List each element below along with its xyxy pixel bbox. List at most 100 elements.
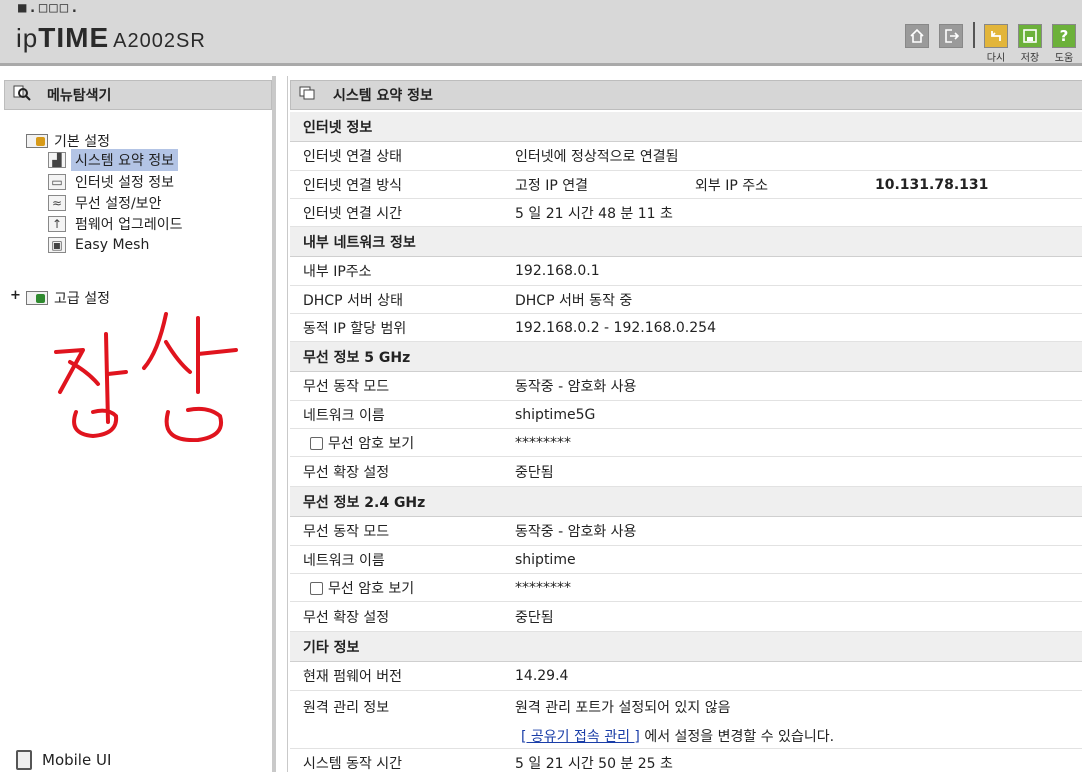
logo: ipTIME A2002SR <box>16 22 206 54</box>
row-key: 무선 동작 모드 <box>303 379 390 395</box>
mesh-icon: ▣ <box>48 237 66 253</box>
sidebar-item-easy-mesh[interactable]: ▣ Easy Mesh <box>48 235 149 255</box>
row-key: 동적 IP 할당 범위 <box>303 320 407 337</box>
section-lan: 내부 네트워크 정보 <box>290 227 1082 257</box>
row-key: 무선 확장 설정 <box>303 609 390 626</box>
table-row: 인터넷 연결 시간 5 일 21 시간 48 분 11 초 <box>290 199 1082 227</box>
table-row: 동적 IP 할당 범위 192.168.0.2 - 192.168.0.254 <box>290 314 1082 342</box>
mobile-ui-label: Mobile UI <box>42 751 112 769</box>
row-value: ******** <box>515 579 571 596</box>
row-key: 네트워크 이름 <box>303 407 385 424</box>
save-icon <box>1023 29 1037 43</box>
row-key: 내부 IP주소 <box>303 264 372 280</box>
model-name: A2002SR <box>113 30 206 52</box>
row-value: 5 일 21 시간 48 분 11 초 <box>515 205 673 222</box>
table-row: 무선 확장 설정 중단됨 <box>290 457 1082 487</box>
home-button[interactable] <box>905 24 929 48</box>
section-title: 내부 네트워크 정보 <box>303 234 416 251</box>
sidebar-item-internet-settings[interactable]: ▭ 인터넷 설정 정보 <box>48 172 174 192</box>
row-value: DHCP 서버 동작 중 <box>515 292 633 309</box>
handwritten-annotation: 정상 <box>54 312 238 442</box>
row-key: 네트워크 이름 <box>303 552 385 569</box>
section-etc: 기타 정보 <box>290 632 1082 662</box>
row-value: 동작중 - 암호화 사용 <box>515 379 637 395</box>
section-wifi-24ghz: 무선 정보 2.4 GHz <box>290 487 1082 517</box>
window-icon <box>299 86 317 104</box>
row-value: 동작중 - 암호화 사용 <box>515 524 637 540</box>
row-key: 무선 확장 설정 <box>303 464 390 481</box>
table-row: 원격 관리 정보 원격 관리 포트가 설정되어 있지 않음 [ 공유기 접속 관… <box>290 691 1082 749</box>
section-title: 기타 정보 <box>303 639 360 656</box>
sidebar-item-firmware-upgrade[interactable]: ↑ 펌웨어 업그레이드 <box>48 214 183 234</box>
page-title: 시스템 요약 정보 <box>333 88 433 104</box>
checkbox-label: 무선 암호 보기 <box>328 435 415 452</box>
row-key: 인터넷 연결 방식 <box>303 177 403 194</box>
show-password-checkbox[interactable] <box>310 581 323 595</box>
row-value: 14.29.4 <box>515 668 569 684</box>
help-label: 도움 <box>1054 53 1074 64</box>
row-key: DHCP 서버 상태 <box>303 292 403 309</box>
refresh-button[interactable] <box>984 24 1008 48</box>
row-value: shiptime <box>515 551 576 568</box>
help-icon: ? <box>1059 27 1069 45</box>
sidebar-item-label: Easy Mesh <box>75 237 150 253</box>
header-divider <box>973 22 975 48</box>
system-summary-header: 시스템 요약 정보 <box>290 80 1082 110</box>
row-value: 10.131.78.131 <box>875 176 989 193</box>
logout-icon <box>945 29 959 43</box>
tree-group-advanced[interactable]: 고급 설정 <box>26 288 110 308</box>
section-title: 무선 정보 2.4 GHz <box>303 494 426 511</box>
tree-group-label: 기본 설정 <box>54 134 110 150</box>
refresh-label: 다시 <box>986 53 1006 64</box>
sidebar-item-label: 시스템 요약 정보 <box>71 149 179 171</box>
sidebar-item-wireless-security[interactable]: ≈ 무선 설정/보안 <box>48 193 161 213</box>
mobile-ui-link[interactable]: Mobile UI <box>16 750 111 770</box>
save-button[interactable] <box>1018 24 1042 48</box>
table-row: 시스템 동작 시간 5 일 21 시간 50 분 25 초 <box>290 749 1082 772</box>
table-row: 무선 동작 모드 동작중 - 암호화 사용 <box>290 517 1082 546</box>
folder-icon <box>26 134 48 148</box>
sidebar-item-label: 인터넷 설정 정보 <box>75 175 175 191</box>
table-row: DHCP 서버 상태 DHCP 서버 동작 중 <box>290 286 1082 314</box>
show-password-toggle[interactable]: 무선 암호 보기 <box>310 433 414 453</box>
table-row: 무선 암호 보기 ******** <box>290 429 1082 457</box>
logo-ip: ip <box>16 23 39 53</box>
menu-explorer-header: 메뉴탐색기 <box>4 80 272 110</box>
row-key: 무선 동작 모드 <box>303 524 390 540</box>
table-row: 인터넷 연결 상태 인터넷에 정상적으로 연결됨 <box>290 142 1082 171</box>
table-row: 현재 펌웨어 버전 14.29.4 <box>290 662 1082 691</box>
row-value: 중단됨 <box>515 464 554 481</box>
show-password-toggle[interactable]: 무선 암호 보기 <box>310 578 414 598</box>
table-row: 무선 암호 보기 ******** <box>290 574 1082 602</box>
section-wifi-5ghz: 무선 정보 5 GHz <box>290 342 1082 372</box>
logo-dots: ■.□□□. <box>18 0 81 16</box>
checkbox-label: 무선 암호 보기 <box>328 580 415 597</box>
row-key: 시스템 동작 시간 <box>303 755 403 772</box>
remote-hint-text: 에서 설정을 변경할 수 있습니다. <box>639 729 835 745</box>
show-password-checkbox[interactable] <box>310 436 323 450</box>
menu-explorer-panel: 메뉴탐색기 기본 설정 ▟ 시스템 요약 정보 ▭ 인터넷 설정 정보 ≈ 무선… <box>0 76 276 772</box>
table-row: 네트워크 이름 shiptime <box>290 546 1082 574</box>
row-key: 외부 IP 주소 <box>695 177 768 194</box>
remote-hint: [ 공유기 접속 관리 ] 에서 설정을 변경할 수 있습니다. <box>521 726 834 746</box>
undo-icon <box>991 31 1001 41</box>
expand-icon[interactable]: + <box>10 288 21 303</box>
sidebar-item-system-summary[interactable]: ▟ 시스템 요약 정보 <box>48 149 179 171</box>
sidebar-item-label: 펌웨어 업그레이드 <box>75 217 183 233</box>
table-row: 내부 IP주소 192.168.0.1 <box>290 257 1082 286</box>
help-button[interactable]: ? <box>1052 24 1076 48</box>
tree-group-basic[interactable]: 기본 설정 <box>26 131 110 151</box>
save-label: 저장 <box>1020 53 1040 64</box>
logout-button[interactable] <box>939 24 963 48</box>
wifi-icon: ≈ <box>48 195 66 211</box>
row-value: 192.168.0.2 - 192.168.0.254 <box>515 319 716 336</box>
chart-icon: ▟ <box>48 152 66 168</box>
row-value: 5 일 21 시간 50 분 25 초 <box>515 755 673 772</box>
router-access-link[interactable]: [ 공유기 접속 관리 ] <box>521 729 640 745</box>
row-key: 현재 펌웨어 버전 <box>303 669 403 685</box>
system-summary-panel: 시스템 요약 정보 인터넷 정보 인터넷 연결 상태 인터넷에 정상적으로 연결… <box>287 76 1082 772</box>
tree-group-label: 고급 설정 <box>54 291 110 307</box>
home-icon <box>910 28 924 43</box>
section-title: 무선 정보 5 GHz <box>303 349 411 366</box>
row-key: 인터넷 연결 상태 <box>303 149 403 165</box>
